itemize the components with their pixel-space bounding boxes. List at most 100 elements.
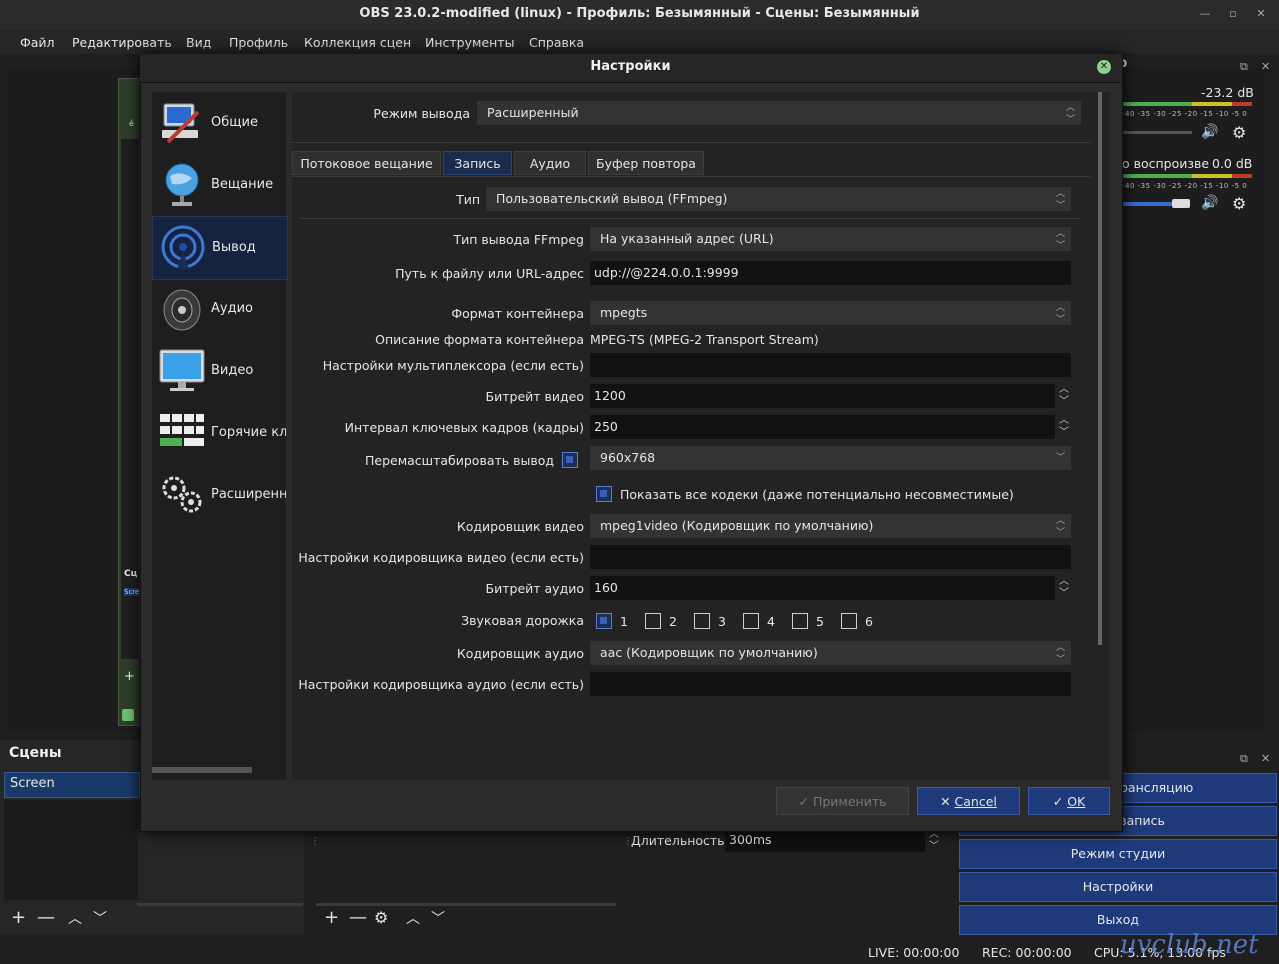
audio-bitrate-input[interactable]: 160 ︿ ﹀ bbox=[590, 576, 1069, 600]
show-all-codecs-checkbox[interactable] bbox=[596, 486, 612, 502]
scene-scrollbar[interactable] bbox=[137, 903, 303, 906]
sidebar-item-hotkeys[interactable]: Горячие клавиши bbox=[152, 402, 286, 464]
minimize-icon[interactable]: — bbox=[1198, 7, 1212, 21]
sources-scrollbar[interactable] bbox=[316, 903, 616, 906]
type-select[interactable]: Пользовательский вывод (FFmpeg) ︿ ﹀ bbox=[486, 187, 1071, 211]
dock-close-icon[interactable]: ✕ bbox=[1261, 60, 1270, 73]
spin-arrows-icon[interactable]: ︿ ﹀ bbox=[1057, 415, 1071, 439]
audio-track-6-checkbox[interactable] bbox=[841, 613, 857, 629]
sidebar-item-output[interactable]: Вывод bbox=[152, 216, 288, 280]
video-bitrate-label: Битрейт видео bbox=[485, 389, 584, 404]
spin-arrows-icon[interactable]: ︿ ﹀ bbox=[1057, 576, 1071, 600]
video-encoder-select[interactable]: mpeg1video (Кодировщик по умолчанию) ︿ ﹀ bbox=[590, 514, 1071, 538]
output-mode-select[interactable]: Расширенный ︿ ﹀ bbox=[477, 101, 1081, 125]
container-format-value: mpegts bbox=[600, 305, 648, 320]
meter-green-2 bbox=[1122, 174, 1192, 178]
remove-source-icon[interactable]: — bbox=[349, 907, 367, 928]
close-icon[interactable]: ✕ bbox=[1254, 7, 1268, 21]
audio-encoder-settings-input[interactable] bbox=[590, 672, 1071, 696]
ffmpeg-output-type-select[interactable]: На указанный адрес (URL) ︿ ﹀ bbox=[590, 227, 1071, 251]
audio-encoder-value: aac (Кодировщик по умолчанию) bbox=[600, 645, 818, 660]
audio-bitrate-label: Битрейт аудио bbox=[485, 581, 584, 596]
ffmpeg-output-type-value: На указанный адрес (URL) bbox=[600, 231, 774, 246]
ok-button[interactable]: ✓ OK bbox=[1028, 787, 1110, 815]
video-bitrate-input[interactable]: 1200 ︿ ﹀ bbox=[590, 384, 1069, 408]
audio-track-1-checkbox[interactable] bbox=[596, 613, 612, 629]
studio-mode-button[interactable]: Режим студии bbox=[959, 839, 1277, 869]
speaker-icon-2[interactable]: 🔊 bbox=[1201, 195, 1218, 211]
volume-slider-1[interactable] bbox=[1122, 131, 1192, 134]
sidebar-item-audio[interactable]: Аудио bbox=[152, 278, 286, 340]
duration-spin-icon[interactable]: ︿ ﹀ bbox=[929, 829, 939, 853]
source-up-icon[interactable]: ︿ bbox=[406, 908, 420, 928]
track1-db: -23.2 dB bbox=[1201, 85, 1254, 100]
cancel-button[interactable]: ✕ Cancel bbox=[917, 787, 1020, 815]
sidebar-item-general[interactable]: Общие bbox=[152, 92, 286, 154]
restore-icon[interactable]: ▫ bbox=[1226, 7, 1240, 21]
apply-button[interactable]: ✓ Применить bbox=[776, 787, 909, 815]
audio-track-4-checkbox[interactable] bbox=[743, 613, 759, 629]
tab-replay-buffer[interactable]: Буфер повтора bbox=[588, 151, 704, 175]
scene-list bbox=[4, 800, 138, 900]
scenes-title: Сцены bbox=[9, 745, 62, 761]
sidebar-item-stream[interactable]: Вещание bbox=[152, 154, 286, 216]
tab-streaming[interactable]: Потоковое вещание bbox=[292, 151, 441, 175]
rescale-select[interactable]: 960x768 ﹀ bbox=[590, 446, 1071, 470]
menu-edit[interactable]: Редактировать bbox=[72, 35, 172, 50]
output-mode-value: Расширенный bbox=[487, 105, 579, 120]
tab-audio[interactable]: Аудио bbox=[514, 151, 586, 175]
monitor-icon bbox=[159, 349, 205, 391]
video-encoder-settings-input[interactable] bbox=[590, 545, 1071, 569]
show-all-codecs-label[interactable]: Показать все кодеки (даже потенциально н… bbox=[620, 487, 1014, 502]
audio-track-5-checkbox[interactable] bbox=[792, 613, 808, 629]
sidebar-item-advanced[interactable]: Расширенные bbox=[152, 464, 286, 526]
audio-encoder-select[interactable]: aac (Кодировщик по умолчанию) ︿ ﹀ bbox=[590, 641, 1071, 665]
content-scrollbar[interactable] bbox=[1098, 92, 1102, 645]
audio-bitrate-value: 160 bbox=[594, 580, 618, 595]
spin-arrows-icon[interactable]: ︿ ﹀ bbox=[1057, 384, 1071, 408]
meter-red-2 bbox=[1232, 174, 1252, 178]
menu-profile[interactable]: Профиль bbox=[229, 35, 288, 50]
dialog-close-icon[interactable]: ✕ bbox=[1097, 60, 1111, 74]
dialog-title: Настройки bbox=[590, 59, 671, 74]
gear-icon-2[interactable]: ⚙ bbox=[1232, 194, 1246, 213]
container-format-select[interactable]: mpegts ︿ ﹀ bbox=[590, 301, 1071, 325]
scene-item[interactable]: Screen bbox=[10, 776, 55, 791]
keyframe-input[interactable]: 250 ︿ ﹀ bbox=[590, 415, 1069, 439]
remove-scene-icon[interactable]: — bbox=[37, 907, 55, 928]
sidebar-label-advanced: Расширенные bbox=[211, 487, 286, 502]
container-format-label: Формат контейнера bbox=[451, 306, 584, 321]
add-scene-icon[interactable]: + bbox=[11, 907, 26, 928]
scene-down-icon[interactable]: ﹀ bbox=[93, 908, 107, 928]
settings-button[interactable]: Настройки bbox=[959, 872, 1277, 902]
window-title: OBS 23.0.2-modified (linux) - Профиль: Б… bbox=[359, 6, 920, 21]
audio-track-3-label: 3 bbox=[718, 614, 726, 629]
menu-help[interactable]: Справка bbox=[529, 35, 584, 50]
combo-arrows-icon: ︿ ﹀ bbox=[1055, 303, 1065, 325]
path-input[interactable]: udp://@224.0.0.1:9999 bbox=[590, 261, 1071, 285]
audio-track-3-checkbox[interactable] bbox=[694, 613, 710, 629]
menu-scene-collection[interactable]: Коллекция сцен bbox=[304, 35, 411, 50]
meter-green-1 bbox=[1122, 102, 1192, 106]
menu-tools[interactable]: Инструменты bbox=[425, 35, 514, 50]
audio-track-2-checkbox[interactable] bbox=[645, 613, 661, 629]
audio-track-6-label: 6 bbox=[865, 614, 873, 629]
menu-view[interactable]: Вид bbox=[186, 35, 211, 50]
source-settings-icon[interactable]: ⚙ bbox=[374, 908, 388, 927]
volume-slider-2-handle[interactable] bbox=[1172, 199, 1190, 208]
muxer-settings-input[interactable] bbox=[590, 353, 1071, 377]
controls-float-icon[interactable]: ⧉ bbox=[1240, 752, 1248, 766]
sidebar-item-video[interactable]: Видео bbox=[152, 340, 286, 402]
source-down-icon[interactable]: ﹀ bbox=[431, 908, 445, 928]
combo-arrows-icon: ︿ ﹀ bbox=[1065, 103, 1075, 125]
rescale-checkbox[interactable] bbox=[562, 452, 578, 468]
tab-recording[interactable]: Запись bbox=[443, 151, 512, 175]
speaker-icon[interactable]: 🔊 bbox=[1201, 124, 1218, 140]
gear-icon[interactable]: ⚙ bbox=[1232, 123, 1246, 142]
scene-up-icon[interactable]: ︿ bbox=[68, 908, 82, 928]
sidebar-scrollbar[interactable] bbox=[152, 767, 252, 773]
add-source-icon[interactable]: + bbox=[324, 907, 339, 928]
menu-file[interactable]: Файл bbox=[20, 35, 55, 50]
controls-close-icon[interactable]: ✕ bbox=[1261, 752, 1270, 765]
dock-float-icon[interactable]: ⧉ bbox=[1240, 60, 1248, 74]
